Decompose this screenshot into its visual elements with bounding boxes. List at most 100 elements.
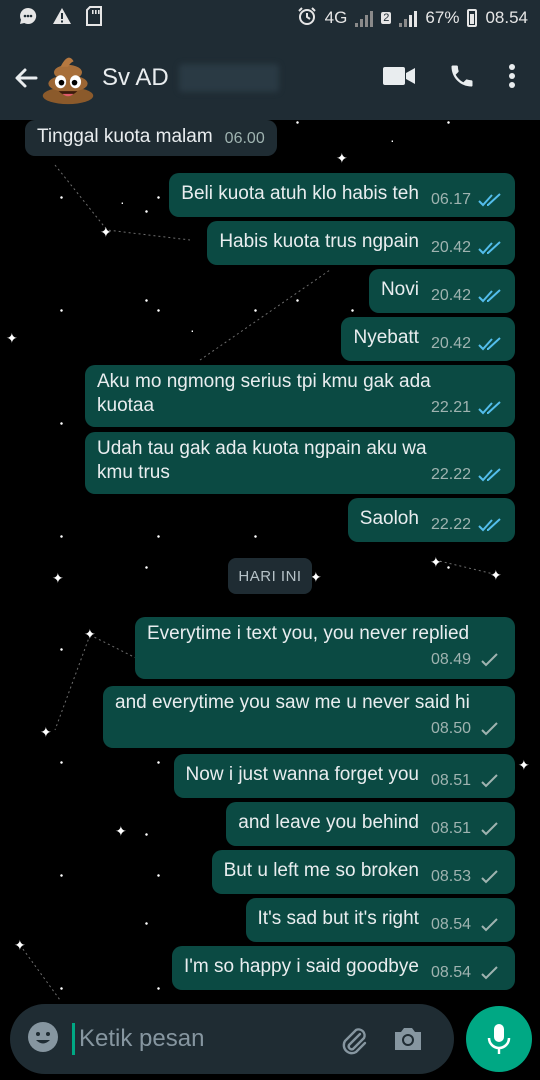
svg-text:✦: ✦ <box>14 937 26 953</box>
message-time: 08.54 <box>430 964 471 981</box>
message-time: 20.42 <box>430 335 471 352</box>
video-call-icon <box>383 66 415 85</box>
single-check-icon <box>481 722 498 736</box>
poop-emoji-avatar <box>42 57 94 105</box>
message-meta: 08.54 <box>431 961 503 985</box>
svg-text:✦: ✦ <box>490 567 502 583</box>
double-check-read-icon <box>478 337 501 351</box>
message-text: Now i just wanna forget you <box>185 764 419 785</box>
message-time: 20.42 <box>430 239 471 256</box>
message-bubble-outgoing[interactable]: It's sad but it's right 08.54 <box>245 898 515 942</box>
message-bubble-outgoing[interactable]: Beli kuota atuh klo habis teh 06.17 <box>169 173 515 217</box>
warning-icon <box>52 7 72 30</box>
message-time: 08.51 <box>430 820 471 837</box>
message-meta: 20.42 <box>431 332 503 356</box>
text-cursor <box>72 1023 75 1055</box>
attach-icon <box>342 1028 367 1055</box>
camera-icon <box>395 1028 421 1050</box>
clock: 08.54 <box>485 8 528 27</box>
message-bubble-outgoing[interactable]: Saoloh 22.22 <box>347 498 515 542</box>
message-bubble-outgoing[interactable]: and everytime you saw me u never said hi… <box>103 686 515 748</box>
mic-button[interactable] <box>466 1006 532 1072</box>
chat-background[interactable]: ✦ ✦ ✦ ✦ ✦ ✦ ✦ ✦ ✦ ✦ ✦ ✦ · · · Tinggal kuota malam … <box>0 120 540 1000</box>
message-bubble-outgoing[interactable]: and leave you behind 08.51 <box>226 802 515 846</box>
message-text: But u left me so broken <box>223 860 419 881</box>
message-bubble-outgoing[interactable]: Habis kuota trus ngpain 20.42 <box>207 221 515 265</box>
message-text: Nyebatt <box>353 327 419 348</box>
message-bubble-incoming[interactable]: Tinggal kuota malam 06.00 <box>25 120 277 156</box>
message-text: Everytime i text you, you never replied <box>147 623 470 644</box>
message-bubble-outgoing[interactable]: But u left me so broken 08.53 <box>211 850 515 894</box>
svg-text:✦: ✦ <box>115 823 127 839</box>
message-time: 08.53 <box>430 868 471 885</box>
battery-icon <box>467 9 478 27</box>
svg-text:✦: ✦ <box>430 554 442 570</box>
message-bubble-outgoing[interactable]: Udah tau gak ada kuota ngpain aku wa kmu… <box>85 432 515 494</box>
emoji-icon <box>28 1021 58 1052</box>
message-bubble-outgoing[interactable]: Nyebatt 20.42 <box>341 317 515 361</box>
back-arrow-icon <box>15 68 38 88</box>
message-time: 08.50 <box>430 720 471 737</box>
message-bubble-outgoing[interactable]: Everytime i text you, you never replied … <box>135 617 515 679</box>
contact-name[interactable]: Sv AD <box>102 64 169 92</box>
svg-text:✦: ✦ <box>518 757 530 773</box>
alarm-icon <box>297 6 317 31</box>
message-bubble-outgoing[interactable]: Now i just wanna forget you 08.51 <box>173 754 515 798</box>
double-check-read-icon <box>478 241 501 255</box>
message-meta: 08.50 <box>115 717 503 741</box>
svg-text:✦: ✦ <box>6 330 18 346</box>
single-check-icon <box>481 966 498 980</box>
svg-text:✦: ✦ <box>84 626 96 642</box>
message-time: 08.49 <box>430 651 471 668</box>
message-bubble-outgoing[interactable]: Aku mo ngmong serius tpi kmu gak ada kuo… <box>85 365 515 427</box>
message-meta: 06.17 <box>431 188 503 212</box>
video-call-button[interactable] <box>382 65 416 92</box>
message-input[interactable]: Ketik pesan <box>10 1004 454 1074</box>
single-check-icon <box>481 822 498 836</box>
camera-button[interactable] <box>392 1024 424 1059</box>
message-meta: 08.51 <box>431 817 503 841</box>
svg-text:·: · <box>190 322 195 338</box>
message-meta: 08.54 <box>431 913 503 937</box>
phone-icon <box>451 65 473 86</box>
emoji-button[interactable] <box>10 1020 60 1059</box>
redacted-name-blur <box>178 64 279 92</box>
message-time: 20.42 <box>430 287 471 304</box>
message-text: Saoloh <box>359 508 419 529</box>
attach-button[interactable] <box>338 1024 370 1061</box>
svg-text:·: · <box>120 194 125 210</box>
message-text: Habis kuota trus ngpain <box>219 231 419 252</box>
message-meta: 20.42 <box>431 284 503 308</box>
single-check-icon <box>481 653 498 667</box>
message-text: It's sad but it's right <box>257 908 419 929</box>
message-text: and leave you behind <box>238 812 419 833</box>
single-check-icon <box>481 918 498 932</box>
svg-text:✦: ✦ <box>336 150 348 166</box>
mic-icon <box>487 1024 511 1054</box>
message-time: 06.00 <box>224 130 265 147</box>
message-time: 22.21 <box>430 399 471 416</box>
double-check-read-icon <box>478 401 501 415</box>
chat-notification-icon <box>18 6 38 31</box>
double-check-read-icon <box>478 193 501 207</box>
single-check-icon <box>481 870 498 884</box>
message-bubble-outgoing[interactable]: I'm so happy i said goodbye 08.54 <box>172 946 515 990</box>
voice-call-button[interactable] <box>448 62 476 95</box>
message-time: 06.17 <box>430 191 471 208</box>
message-meta: 20.42 <box>431 236 503 260</box>
status-bar: 4G 2 67% 08.54 <box>0 0 540 36</box>
double-check-read-icon <box>478 518 501 532</box>
message-time: 08.54 <box>430 916 471 933</box>
signal-bars-icon-sim1 <box>355 9 374 27</box>
more-options-button[interactable] <box>508 62 516 95</box>
message-meta: 08.51 <box>431 769 503 793</box>
message-bubble-outgoing[interactable]: Novi 20.42 <box>368 269 515 313</box>
message-meta: 06.00 <box>225 127 265 151</box>
avatar[interactable] <box>40 50 96 106</box>
battery-percent: 67% <box>425 8 460 27</box>
message-input-placeholder: Ketik pesan <box>79 1025 205 1052</box>
message-time: 22.22 <box>430 516 471 533</box>
chat-header: Sv AD <box>0 36 540 120</box>
double-check-read-icon <box>478 289 501 303</box>
message-text: I'm so happy i said goodbye <box>184 956 419 977</box>
